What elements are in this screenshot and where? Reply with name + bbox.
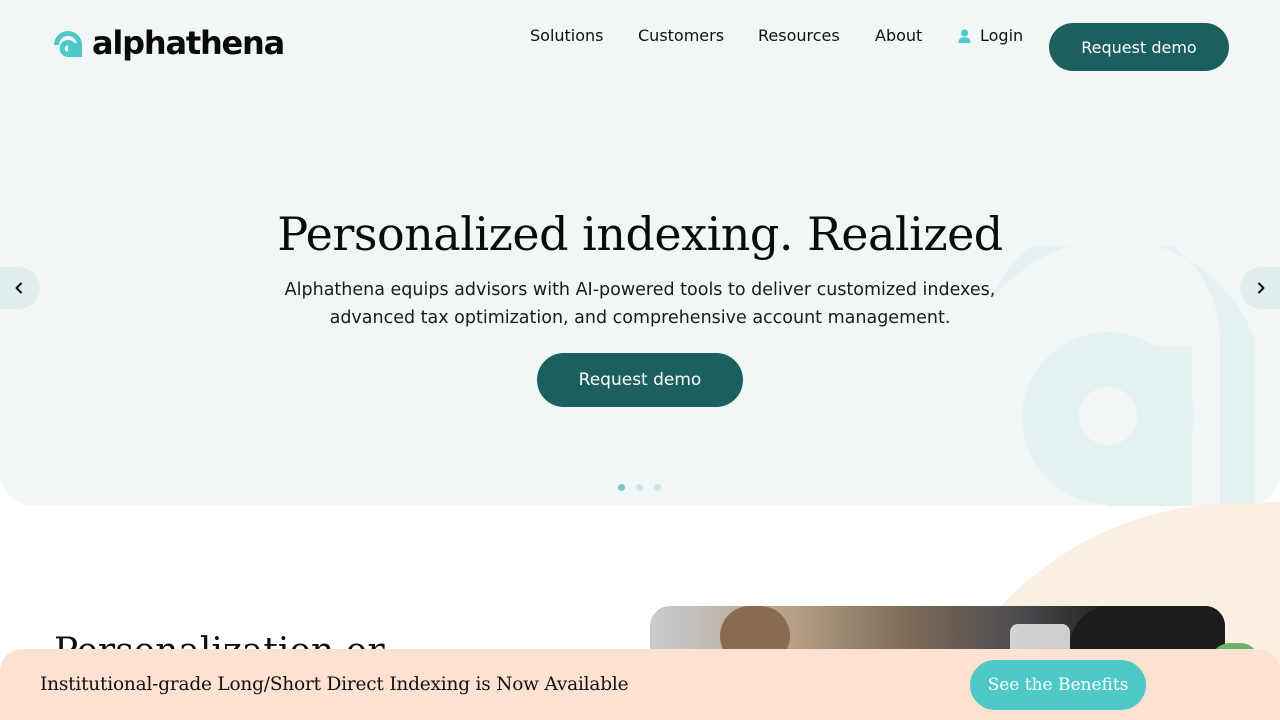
nav-login-link[interactable]: Login bbox=[958, 25, 1023, 47]
carousel-dots bbox=[618, 484, 672, 491]
nav-item-resources[interactable]: Resources bbox=[758, 25, 840, 47]
see-benefits-button[interactable]: See the Benefits bbox=[970, 660, 1146, 710]
nav-item-about[interactable]: About bbox=[875, 25, 922, 47]
login-label: Login bbox=[980, 26, 1024, 45]
banner-text: Institutional-grade Long/Short Direct In… bbox=[40, 674, 629, 695]
logo-text: alphathena bbox=[92, 24, 285, 62]
carousel-dot-3[interactable] bbox=[654, 484, 661, 491]
announcement-banner: Institutional-grade Long/Short Direct In… bbox=[0, 649, 1280, 720]
chevron-right-icon bbox=[1258, 282, 1265, 294]
carousel-next-button[interactable] bbox=[1240, 267, 1280, 309]
hero-title: Personalized indexing. Realized bbox=[277, 207, 1003, 261]
nav-item-solutions[interactable]: Solutions bbox=[530, 25, 604, 47]
site-header: alphathena Solutions Customers Resources… bbox=[0, 0, 1280, 94]
carousel-dot-2[interactable] bbox=[636, 484, 643, 491]
hero-subtitle: Alphathena equips advisors with AI-power… bbox=[240, 276, 1040, 332]
carousel-dot-1[interactable] bbox=[618, 484, 625, 491]
header-request-demo-button[interactable]: Request demo bbox=[1049, 23, 1229, 71]
logo-mark-icon bbox=[54, 31, 82, 57]
nav-item-customers[interactable]: Customers bbox=[638, 25, 724, 47]
logo[interactable]: alphathena bbox=[52, 24, 285, 63]
hero-subtitle-line-2: advanced tax optimization, and comprehen… bbox=[329, 308, 951, 328]
user-icon bbox=[958, 29, 971, 43]
chevron-left-icon bbox=[15, 282, 22, 294]
carousel-prev-button[interactable] bbox=[0, 267, 40, 309]
hero-request-demo-button[interactable]: Request demo bbox=[537, 353, 743, 407]
hero-subtitle-line-1: Alphathena equips advisors with AI-power… bbox=[284, 280, 996, 300]
